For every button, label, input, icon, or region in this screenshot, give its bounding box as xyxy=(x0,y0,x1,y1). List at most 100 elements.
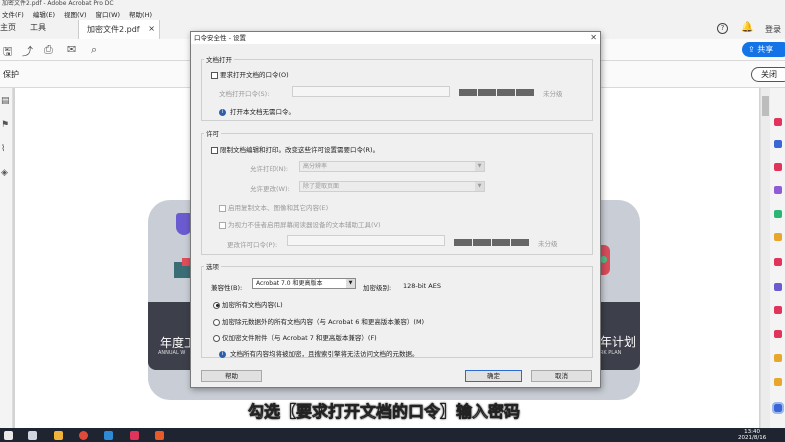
menu-window[interactable]: 窗口(W) xyxy=(96,9,121,19)
encrypt-except-metadata-radio[interactable]: 加密除元数据外的所有文档内容（与 Acrobat 6 和更高版本兼容）(M) xyxy=(213,316,424,326)
scan-icon[interactable] xyxy=(774,330,782,338)
send-icon[interactable] xyxy=(774,306,782,314)
radio-dot xyxy=(213,301,220,309)
bell-icon[interactable]: 🔔 xyxy=(741,22,753,33)
checkbox-box xyxy=(219,221,226,229)
layers-icon[interactable]: ◈ xyxy=(1,168,8,178)
combine-icon[interactable] xyxy=(774,210,782,218)
vertical-scrollbar[interactable] xyxy=(760,88,770,428)
menu-help[interactable]: 帮助(H) xyxy=(129,9,152,19)
pages-icon[interactable]: ▤ xyxy=(1,96,10,106)
login-link[interactable]: 登录 xyxy=(765,24,781,35)
taskbar: 13:40 2021/8/16 xyxy=(0,428,785,442)
tab-tools[interactable]: 工具 xyxy=(30,22,46,33)
radio-dot xyxy=(213,334,220,342)
encryption-level-label: 加密级别: xyxy=(363,284,392,292)
require-open-password-checkbox[interactable]: 要求打开文档的口令(O) xyxy=(211,69,289,79)
encrypt-all-radio[interactable]: 加密所有文档内容(L) xyxy=(213,299,283,309)
tab-home[interactable]: 主页 xyxy=(0,22,16,33)
permissions-group-label: 许可 xyxy=(204,128,221,138)
menu-file[interactable]: 文件(F) xyxy=(2,9,24,19)
options-group-label: 选项 xyxy=(204,261,221,271)
restrict-editing-checkbox[interactable]: 限制文档编辑和打印。改变这些许可设置需要口令(R)。 xyxy=(211,144,379,154)
radio-dot xyxy=(213,318,220,326)
permissions-password-field[interactable] xyxy=(287,235,445,246)
chevron-down-icon: ▼ xyxy=(475,182,484,191)
enable-accessibility-label: 为视力不佳者启用屏幕阅读器设备的文本辅助工具(V) xyxy=(228,221,381,229)
mail-icon[interactable]: ✉ xyxy=(67,43,76,56)
ok-button[interactable]: 确定 xyxy=(465,370,522,382)
protect-label: 保护 xyxy=(3,70,19,79)
help-icon[interactable]: ? xyxy=(717,23,728,34)
browser-icon[interactable] xyxy=(104,431,113,440)
options-note-text: 文档所有内容均将被加密，且搜索引擎将无法访问文档的元数据。 xyxy=(230,350,419,358)
attachment-icon[interactable]: ⌇ xyxy=(1,144,5,154)
right-tools-rail xyxy=(770,88,785,428)
help-button[interactable]: 帮助 xyxy=(201,370,262,382)
task-view-icon[interactable] xyxy=(28,431,37,440)
restrict-editing-label: 限制文档编辑和打印。改变这些许可设置需要口令(R)。 xyxy=(220,146,380,154)
upload-icon[interactable]: ⤴ xyxy=(22,43,33,59)
checkbox-box xyxy=(219,204,226,212)
close-protect-button[interactable]: 关闭 xyxy=(751,67,785,82)
comment-icon[interactable] xyxy=(774,186,782,194)
open-password-field[interactable] xyxy=(292,86,450,97)
dialog-title: 口令安全性 - 设置 ✕ xyxy=(191,32,600,44)
tab-document[interactable]: 加密文件2.pdf × xyxy=(78,20,160,39)
enable-accessibility-checkbox[interactable]: 为视力不佳者启用屏幕阅读器设备的文本辅助工具(V) xyxy=(219,219,381,229)
search-icon[interactable]: ⌕ xyxy=(91,43,97,57)
info-icon: i xyxy=(219,350,226,358)
chevron-down-icon: ▼ xyxy=(475,162,484,171)
menu-edit[interactable]: 编辑(E) xyxy=(33,9,55,19)
edit-pdf-icon[interactable] xyxy=(774,140,782,148)
dialog-title-text: 口令安全性 - 设置 xyxy=(194,34,246,42)
chrome-icon[interactable] xyxy=(79,431,88,440)
open-password-note: i 打开本文档无需口令。 xyxy=(219,106,295,116)
save-icon[interactable]: 🖫 xyxy=(3,43,12,62)
start-icon[interactable] xyxy=(4,431,13,440)
share-label: 共享 xyxy=(757,45,774,54)
menu-view[interactable]: 视图(V) xyxy=(64,9,87,19)
dialog-close-icon[interactable]: ✕ xyxy=(590,32,597,44)
acrobat-icon[interactable] xyxy=(130,431,139,440)
permissions-password-label: 更改许可口令(P): xyxy=(227,241,278,249)
fill-sign-icon[interactable] xyxy=(774,283,782,291)
background-title-right: 年计划 xyxy=(600,335,637,349)
encrypt-attachments-label: 仅加密文件附件（与 Acrobat 7 和更高版本兼容）(F) xyxy=(222,334,377,342)
changes-allowed-select[interactable]: 除了提取页面 ▼ xyxy=(299,181,485,192)
clock-date: 2021/8/16 xyxy=(738,435,767,441)
checkbox-box xyxy=(211,146,218,154)
video-caption: 勾选【要求打开文档的口令】输入密码 xyxy=(248,402,521,422)
compatibility-value: Acrobat 7.0 和更高版本 xyxy=(256,280,323,287)
encrypt-except-metadata-label: 加密除元数据外的所有文档内容（与 Acrobat 6 和更高版本兼容）(M) xyxy=(222,318,425,326)
bookmark-icon[interactable]: ⚑ xyxy=(1,120,9,130)
menu-bar: 文件(F) 编辑(E) 视图(V) 窗口(W) 帮助(H) xyxy=(0,7,785,20)
organize-icon[interactable] xyxy=(774,233,782,241)
compatibility-select[interactable]: Acrobat 7.0 和更高版本 ▼ xyxy=(252,278,356,289)
compare-icon[interactable] xyxy=(774,354,782,362)
printing-allowed-label: 允许打印(N): xyxy=(250,165,289,173)
explorer-icon[interactable] xyxy=(54,431,63,440)
scroll-thumb[interactable] xyxy=(762,96,769,116)
tab-close-icon[interactable]: × xyxy=(148,24,155,33)
password-security-dialog: 口令安全性 - 设置 ✕ 文档打开 要求打开文档的口令(O) 文档打开口令(S)… xyxy=(190,31,601,388)
cancel-button[interactable]: 取消 xyxy=(531,370,592,382)
printing-allowed-value: 高分辨率 xyxy=(303,163,328,170)
create-pdf-icon[interactable] xyxy=(774,163,782,171)
encrypt-attachments-radio[interactable]: 仅加密文件附件（与 Acrobat 7 和更高版本兼容）(F) xyxy=(213,332,377,342)
enable-copy-checkbox[interactable]: 启用复制文本、图像和其它内容(E) xyxy=(219,202,328,212)
dot-decoration xyxy=(600,256,607,263)
open-password-label: 文档打开口令(S): xyxy=(219,90,270,98)
redact-icon[interactable] xyxy=(774,258,782,266)
changes-allowed-label: 允许更改(W): xyxy=(250,185,290,193)
share-button[interactable]: ⇪ 共享 xyxy=(742,42,785,57)
export-pdf-icon[interactable] xyxy=(774,118,782,126)
optimize-icon[interactable] xyxy=(774,378,782,386)
clock[interactable]: 13:40 2021/8/16 xyxy=(738,429,766,441)
printing-allowed-select[interactable]: 高分辨率 ▼ xyxy=(299,161,485,172)
app-icon[interactable] xyxy=(155,431,164,440)
protect-icon[interactable] xyxy=(772,402,784,414)
encrypt-all-label: 加密所有文档内容(L) xyxy=(222,301,283,309)
permissions-password-strength-bar xyxy=(454,239,529,246)
print-icon[interactable]: ⎙ xyxy=(44,43,53,57)
